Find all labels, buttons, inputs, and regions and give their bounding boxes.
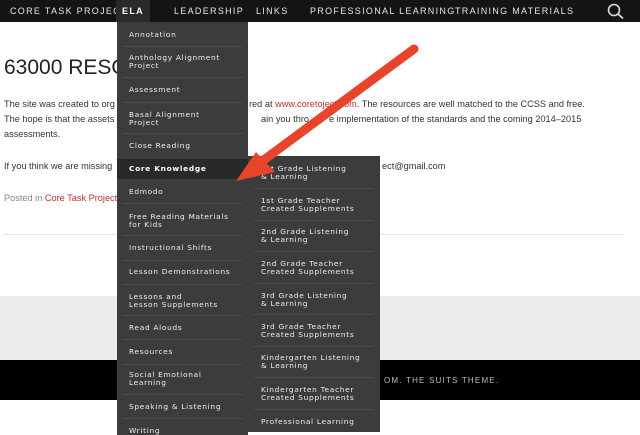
menu-annotation[interactable]: Annotation [117,31,248,39]
menu-core-knowledge[interactable]: Core Knowledge [117,159,248,179]
menu-divider [254,251,374,252]
page-title: 63000 RESO [4,56,128,79]
submenu-1st-grade-teacher[interactable]: 1st Grade Teacher Created Supplements [248,197,380,213]
menu-divider [123,133,242,134]
menu-divider [123,260,242,261]
menu-divider [123,284,242,285]
category-link[interactable]: Core Task Project [45,193,117,203]
menu-divider [254,377,374,378]
menu-divider [254,409,374,410]
paragraph-3: assessments. [4,129,61,139]
ela-dropdown: Annotation Anthology Alignment Project A… [117,22,248,435]
menu-speaking-listening[interactable]: Speaking & Listening [117,403,248,411]
submenu-3rd-grade-listening[interactable]: 3rd Grade Listening & Learning [248,292,380,308]
nav-training-materials[interactable]: TRAINING MATERIALS [455,0,574,22]
nav-core-task-project[interactable]: CORE TASK PROJECT [10,0,128,22]
menu-divider [254,283,374,284]
paragraph-4-left: If you think we are missing [4,161,113,171]
menu-writing[interactable]: Writing [117,427,248,435]
menu-divider [254,220,374,221]
nav-professional-learning[interactable]: PROFESSIONAL LEARNING [310,0,456,22]
menu-read-alouds[interactable]: Read Alouds [117,324,248,332]
menu-divider [123,46,242,47]
paragraph-1-left: The site was created to org [4,99,115,109]
menu-divider [254,188,374,189]
paragraph-1-text: red at [249,99,273,109]
paragraph-1-end: . The resources are well matched to the … [356,99,585,109]
posted-label: Posted in [4,193,45,203]
paragraph-2-right: e implementation of the standards and th… [329,114,582,124]
menu-divider [123,235,242,236]
posted-in: Posted in Core Task Project [4,193,117,203]
menu-free-reading[interactable]: Free Reading Materials for Kids [117,213,248,229]
site-link-text-b: oject.com [317,99,357,109]
menu-divider [123,394,242,395]
submenu-2nd-grade-listening[interactable]: 2nd Grade Listening & Learning [248,228,380,244]
menu-anthology-alignment[interactable]: Anthology Alignment Project [117,54,248,70]
menu-close-reading[interactable]: Close Reading [117,142,248,150]
menu-divider [254,314,374,315]
submenu-3rd-grade-teacher[interactable]: 3rd Grade Teacher Created Supplements [248,323,380,339]
submenu-professional-learning[interactable]: Professional Learning [248,418,380,426]
site-link[interactable]: www.coretoject.com [275,99,357,109]
footer-credit: OM. THE SUITS THEME. [384,376,500,385]
nav-ela[interactable]: ELA [116,0,150,22]
submenu-kindergarten-listening[interactable]: Kindergarten Listening & Learning [248,354,380,370]
menu-lessons-supplements[interactable]: Lessons and Lesson Supplements [117,293,248,309]
menu-social-emotional[interactable]: Social Emotional Learning [117,371,248,387]
search-icon[interactable] [606,2,626,20]
submenu-kindergarten-teacher[interactable]: Kindergarten Teacher Created Supplements [248,386,380,402]
nav-links[interactable]: LINKS [256,0,289,22]
menu-divider [254,346,374,347]
menu-divider [123,203,242,204]
top-nav: CORE TASK PROJECT ELA LEADERSHIP LINKS P… [0,0,640,22]
submenu-1st-grade-listening[interactable]: 1st Grade Listening & Learning [248,165,380,181]
core-knowledge-submenu: 1st Grade Listening & Learning 1st Grade… [248,156,380,432]
menu-instructional-shifts[interactable]: Instructional Shifts [117,244,248,252]
menu-divider [123,339,242,340]
menu-divider [123,315,242,316]
site-link-text-a: www.coret [275,99,318,109]
menu-divider [123,418,242,419]
paragraph-2-mid: ain you thro [261,114,310,124]
menu-basal-alignment[interactable]: Basal Alignment Project [117,111,248,127]
menu-assessment[interactable]: Assessment [117,86,248,94]
paragraph-4-right: ect@gmail.com [382,161,446,171]
menu-edmodo[interactable]: Edmodo [117,188,248,196]
nav-leadership[interactable]: LEADERSHIP [174,0,244,22]
menu-divider [123,364,242,365]
menu-resources[interactable]: Resources [117,348,248,356]
submenu-2nd-grade-teacher[interactable]: 2nd Grade Teacher Created Supplements [248,260,380,276]
menu-divider [123,77,242,78]
menu-divider [123,102,242,103]
paragraph-1-right: red at www.coretoject.com. The resources… [249,99,585,109]
paragraph-2-left: The hope is that the assets [4,114,115,124]
menu-lesson-demonstrations[interactable]: Lesson Demonstrations [117,268,248,276]
